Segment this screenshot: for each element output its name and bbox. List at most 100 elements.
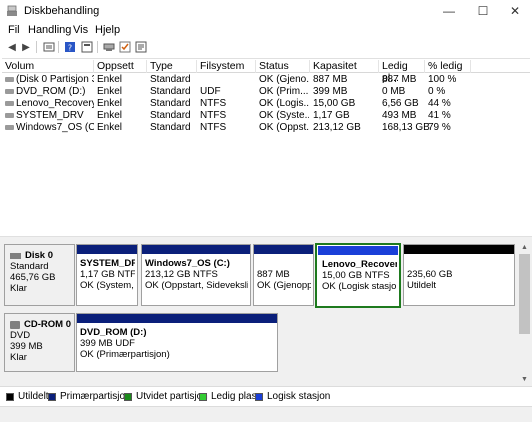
- volume-status: OK (Gjeno...: [259, 74, 309, 85]
- volume-name: Lenovo_Recovery: [16, 98, 94, 109]
- volume-layout: Enkel: [97, 86, 123, 97]
- column-header-kapasitet[interactable]: Kapasitet: [310, 60, 379, 73]
- volume-status: OK (Logis...: [259, 98, 309, 109]
- legend-item-logical-drive: Logisk stasjon: [255, 391, 330, 402]
- column-header-oppsett[interactable]: Oppsett: [94, 60, 147, 73]
- partition-bar: [77, 245, 137, 254]
- close-button[interactable]: ✕: [498, 0, 532, 22]
- menu-fil[interactable]: Fil: [8, 24, 20, 36]
- volume-list-icon[interactable]: [42, 40, 56, 54]
- volume-name: SYSTEM_DRV: [16, 110, 84, 121]
- volume-name: DVD_ROM (D:): [16, 86, 86, 97]
- volume-free-percent: 41 %: [428, 110, 451, 121]
- column-header-filsystem[interactable]: Filsystem: [197, 60, 256, 73]
- column-header-type[interactable]: Type: [147, 60, 197, 73]
- scroll-up-icon[interactable]: ▲: [517, 240, 532, 254]
- volume-row[interactable]: Windows7_OS (C:) Enkel Standard NTFS OK …: [2, 122, 530, 134]
- legend-label: Utvidet partisjon: [136, 391, 208, 402]
- volume-row[interactable]: Lenovo_Recovery Enkel Standard NTFS OK (…: [2, 98, 530, 110]
- back-icon[interactable]: ◀: [5, 40, 19, 54]
- minimize-button[interactable]: —: [432, 0, 466, 22]
- maximize-button[interactable]: ☐: [466, 0, 500, 22]
- partition-windows7-os[interactable]: Windows7_OS (C:) 213,12 GB NTFS OK (Opps…: [141, 244, 251, 306]
- disk-size: 465,76 GB: [10, 272, 56, 283]
- volume-filesystem: NTFS: [200, 110, 227, 121]
- volume-row[interactable]: SYSTEM_DRV Enkel Standard NTFS OK (Syste…: [2, 110, 530, 122]
- properties-icon[interactable]: [80, 40, 94, 54]
- scroll-thumb[interactable]: [519, 254, 530, 334]
- volume-layout: Enkel: [97, 122, 123, 133]
- partition-bar: [404, 245, 514, 254]
- drive-icon: [5, 89, 14, 94]
- legend-swatch: [255, 392, 263, 401]
- disk-status: Klar: [10, 352, 27, 363]
- partition-bar: [142, 245, 250, 254]
- partition-bar: [254, 245, 313, 254]
- volume-free-space: 0 MB: [382, 86, 406, 97]
- volume-free-percent: 0 %: [428, 86, 446, 97]
- volume-layout: Enkel: [97, 98, 123, 109]
- disk-view-scrollbar[interactable]: ▲ ▼: [517, 240, 532, 386]
- partition-name: SYSTEM_DRV: [80, 258, 135, 269]
- drive-icon: [5, 125, 14, 130]
- legend-item-unallocated: Utildelt: [6, 391, 49, 402]
- volume-filesystem: NTFS: [200, 98, 227, 109]
- scroll-down-icon[interactable]: ▼: [517, 372, 532, 386]
- forward-icon[interactable]: ▶: [19, 40, 33, 54]
- legend-swatch: [199, 392, 207, 401]
- connect-icon[interactable]: [102, 40, 116, 54]
- legend-swatch: [124, 392, 132, 401]
- status-bar: [0, 406, 532, 422]
- partition-bar: [77, 314, 277, 323]
- volume-layout: Enkel: [97, 110, 123, 121]
- volume-free-percent: 79 %: [428, 122, 451, 133]
- column-header-status[interactable]: Status: [256, 60, 310, 73]
- partition-recovery[interactable]: 887 MB OK (Gjenoppr: [253, 244, 314, 306]
- volume-free-percent: 44 %: [428, 98, 451, 109]
- partition-size: 399 MB UDF: [80, 338, 135, 349]
- partition-status: OK (Oppstart, Sidevekslings: [145, 280, 248, 291]
- partition-name: Lenovo_Recovery: [322, 259, 397, 270]
- drive-icon: [5, 113, 14, 118]
- column-header-volum[interactable]: Volum: [2, 60, 94, 73]
- partition-dvd-rom[interactable]: DVD_ROM (D:) 399 MB UDF OK (Primærpartis…: [76, 313, 278, 372]
- cdrom-0-label[interactable]: CD-ROM 0 DVD 399 MB Klar: [4, 313, 75, 372]
- column-header-ledig[interactable]: Ledig pl...: [379, 60, 425, 84]
- column-header-prosent-ledig[interactable]: % ledig: [425, 60, 471, 73]
- volume-row[interactable]: (Disk 0 Partisjon 3) Enkel Standard OK (…: [2, 74, 530, 86]
- disk-type: Standard: [10, 261, 49, 272]
- volume-status: OK (Oppst...: [259, 122, 309, 133]
- volume-capacity: 1,17 GB: [313, 110, 350, 121]
- legend-label: Ledig plass: [211, 391, 262, 402]
- disk-graphical-view: Disk 0 Standard 465,76 GB Klar SYSTEM_DR…: [0, 240, 532, 386]
- volume-type: Standard: [150, 110, 191, 121]
- menu-handling[interactable]: Handling: [28, 24, 71, 36]
- partition-system-drv[interactable]: SYSTEM_DRV 1,17 GB NTFS OK (System, A: [76, 244, 138, 306]
- toolbar-separator: [36, 41, 37, 53]
- partition-lenovo-recovery[interactable]: Lenovo_Recovery 15,00 GB NTFS OK (Logisk…: [315, 243, 401, 308]
- legend-swatch: [48, 392, 56, 401]
- settings-icon[interactable]: [134, 40, 148, 54]
- help-icon[interactable]: ?: [63, 40, 77, 54]
- drive-icon: [5, 101, 14, 106]
- partition-name: DVD_ROM (D:): [80, 327, 147, 338]
- volume-name: Windows7_OS (C:): [16, 122, 94, 133]
- check-icon[interactable]: [118, 40, 132, 54]
- window-title: Diskbehandling: [24, 5, 100, 17]
- partition-bar: [318, 246, 398, 255]
- menu-hjelp[interactable]: Hjelp: [95, 24, 120, 36]
- volume-free-space: 168,13 GB: [382, 122, 430, 133]
- volume-name: (Disk 0 Partisjon 3): [16, 74, 94, 85]
- partition-status: OK (System, A: [80, 280, 135, 291]
- disk-management-icon: [7, 5, 17, 16]
- volume-row[interactable]: DVD_ROM (D:) Enkel Standard UDF OK (Prim…: [2, 86, 530, 98]
- volume-type: Standard: [150, 74, 191, 85]
- disk-name: CD-ROM 0: [24, 319, 71, 330]
- legend: Utildelt Primærpartisjon Utvidet partisj…: [0, 386, 532, 406]
- disk-0-label[interactable]: Disk 0 Standard 465,76 GB Klar: [4, 244, 75, 306]
- menu-vis[interactable]: Vis: [73, 24, 88, 36]
- partition-unallocated[interactable]: 235,60 GB Utildelt: [403, 244, 515, 306]
- partition-size: 235,60 GB: [407, 269, 453, 280]
- toolbar-separator: [97, 41, 98, 53]
- toolbar: ◀ ▶ ?: [0, 39, 532, 56]
